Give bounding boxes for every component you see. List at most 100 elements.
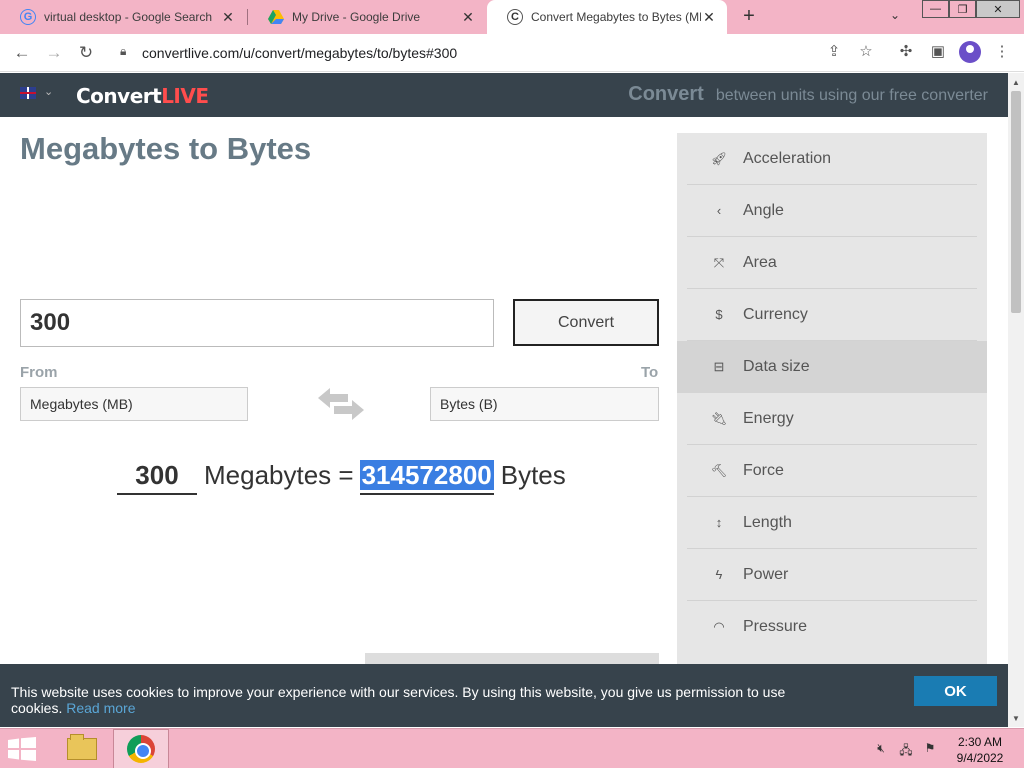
logo-text-convert: Convert	[76, 84, 162, 108]
close-window-button[interactable]: ✕	[976, 0, 1020, 18]
new-tab-button[interactable]: +	[738, 5, 760, 27]
file-explorer-button[interactable]	[54, 729, 110, 768]
category-sidebar: 🚀︎ Acceleration ‹ Angle ⤧ Area $ Currenc…	[677, 133, 987, 665]
sidebar-item-label: Acceleration	[743, 149, 832, 167]
convert-button[interactable]: Convert	[513, 299, 659, 346]
system-clock[interactable]: 2:30 AM 9/4/2022	[944, 734, 1016, 766]
url-text: convertlive.com/u/convert/megabytes/to/b…	[142, 45, 458, 61]
from-label: From	[20, 364, 58, 381]
close-icon[interactable]: ✕	[220, 9, 236, 26]
header-tagline: Convert between units using our free con…	[628, 83, 988, 106]
network-icon[interactable]: 🖧	[898, 741, 914, 757]
sidebar-item-force[interactable]: 🔨︎ Force	[687, 445, 977, 497]
share-icon[interactable]: ⇪	[823, 42, 845, 60]
sidebar-item-label: Force	[743, 461, 784, 479]
minimize-button[interactable]: —	[922, 0, 949, 18]
plug-icon: 🔌︎	[710, 410, 728, 426]
address-bar[interactable]: 🔒︎ convertlive.com/u/convert/megabytes/t…	[108, 39, 888, 67]
tab-title: Convert Megabytes to Bytes (MB	[531, 10, 701, 24]
tagline-rest: between units using our free converter	[715, 87, 988, 104]
sidebar-item-length[interactable]: ↕ Length	[687, 497, 977, 549]
tab-title: virtual desktop - Google Search	[44, 10, 213, 24]
browser-tab-strip: G virtual desktop - Google Search ✕ My D…	[0, 0, 1024, 34]
google-icon: G	[20, 9, 36, 25]
sidebar-item-angle[interactable]: ‹ Angle	[687, 185, 977, 237]
sidebar-item-area[interactable]: ⤧ Area	[687, 237, 977, 289]
page-scrollbar[interactable]: ▲ ▼	[1008, 73, 1024, 727]
sidebar-item-energy[interactable]: 🔌︎ Energy	[687, 393, 977, 445]
scroll-down-icon[interactable]: ▼	[1008, 711, 1024, 727]
extensions-icon[interactable]: ✣	[895, 42, 917, 60]
sidebar-item-currency[interactable]: $ Currency	[687, 289, 977, 341]
sidebar-item-label: Power	[743, 565, 789, 583]
swap-arrows-icon[interactable]	[318, 386, 364, 422]
menu-dots-icon[interactable]: ⋮	[991, 42, 1013, 60]
clock-time: 2:30 AM	[957, 735, 1003, 749]
sidebar-item-label: Angle	[743, 201, 784, 219]
page-title: Megabytes to Bytes	[20, 131, 312, 166]
folder-icon	[67, 734, 97, 760]
windows-taskbar: 🔇︎ 🖧 ⚑ 2:30 AM 9/4/2022	[0, 728, 1024, 768]
clock-date: 9/4/2022	[956, 751, 1004, 765]
cookie-banner: This website uses cookies to improve you…	[0, 664, 1008, 727]
sidebar-item-data-size[interactable]: ⊟ Data size	[677, 341, 987, 393]
result-to-unit: Bytes	[500, 460, 566, 490]
drive-icon: ⊟	[713, 359, 725, 374]
close-icon[interactable]: ✕	[460, 9, 476, 26]
sidebar-item-label: Currency	[743, 305, 808, 323]
forward-arrow-icon[interactable]: →	[43, 42, 65, 64]
chrome-taskbar-button[interactable]	[113, 729, 169, 768]
browser-toolbar: ← → ↻ 🔒︎ convertlive.com/u/convert/megab…	[0, 34, 1024, 72]
lock-icon: 🔒︎	[120, 44, 127, 58]
gauge-icon: ◠	[713, 619, 725, 634]
sidebar-item-label: Energy	[743, 409, 794, 427]
side-panel-icon[interactable]: ▣	[927, 42, 949, 60]
speaker-muted-icon[interactable]: 🔇︎	[873, 741, 889, 757]
reload-icon[interactable]: ↻	[75, 42, 97, 64]
tab-convertlive[interactable]: C Convert Megabytes to Bytes (MB ✕	[487, 0, 727, 34]
logo-text-live: LIVE	[161, 84, 209, 108]
to-label: To	[641, 364, 659, 381]
google-drive-icon	[268, 9, 284, 25]
site-header: ⌄ ConvertLIVE Convert between units usin…	[0, 73, 1008, 117]
scroll-up-icon[interactable]: ▲	[1008, 75, 1024, 91]
back-arrow-icon[interactable]: ←	[11, 42, 33, 64]
value-input[interactable]: 300	[20, 299, 494, 347]
read-more-link[interactable]: Read more	[66, 700, 135, 716]
window-controls: — ❐ ✕	[922, 0, 1020, 18]
result-value-text: 314572800	[359, 460, 494, 490]
tab-google-search[interactable]: G virtual desktop - Google Search ✕	[0, 0, 246, 34]
from-unit-select[interactable]: Megabytes (MB)	[20, 387, 248, 421]
sidebar-item-label: Area	[743, 253, 777, 271]
tab-search-chevron-icon[interactable]: ⌄	[890, 8, 900, 22]
cookie-ok-button[interactable]: OK	[914, 676, 997, 706]
sidebar-item-label: Data size	[743, 358, 810, 375]
scroll-thumb[interactable]	[1011, 91, 1021, 313]
star-icon[interactable]: ☆	[855, 42, 877, 60]
site-logo[interactable]: ConvertLIVE	[76, 84, 209, 108]
chevron-down-icon[interactable]: ⌄	[44, 85, 53, 98]
flag-icon[interactable]: ⚑	[922, 741, 938, 757]
result-from-unit: Megabytes =	[204, 460, 354, 490]
dollar-icon: $	[715, 307, 723, 322]
hammer-icon: 🔨︎	[710, 462, 728, 478]
chrome-icon	[127, 735, 155, 763]
to-unit-select[interactable]: Bytes (B)	[430, 387, 659, 421]
sidebar-item-power[interactable]: ϟ Power	[687, 549, 977, 601]
tagline-strong: Convert	[628, 83, 704, 105]
sidebar-item-pressure[interactable]: ◠ Pressure	[687, 601, 977, 653]
result-amount[interactable]: 300	[117, 460, 197, 495]
arrows-vertical-icon: ↕	[715, 515, 723, 530]
restore-button[interactable]: ❐	[949, 0, 976, 18]
uk-flag-icon[interactable]	[20, 87, 36, 99]
close-icon[interactable]: ✕	[701, 9, 717, 26]
cookie-text-block: This website uses cookies to improve you…	[11, 684, 801, 716]
windows-start-icon[interactable]	[8, 737, 36, 761]
angle-icon: ‹	[716, 203, 722, 218]
expand-icon: ⤧	[713, 254, 725, 270]
sidebar-item-label: Pressure	[743, 618, 808, 635]
profile-avatar[interactable]	[959, 41, 981, 63]
tab-google-drive[interactable]: My Drive - Google Drive ✕	[248, 0, 486, 34]
result-value[interactable]: 314572800	[359, 460, 494, 495]
sidebar-item-acceleration[interactable]: 🚀︎ Acceleration	[687, 133, 977, 185]
